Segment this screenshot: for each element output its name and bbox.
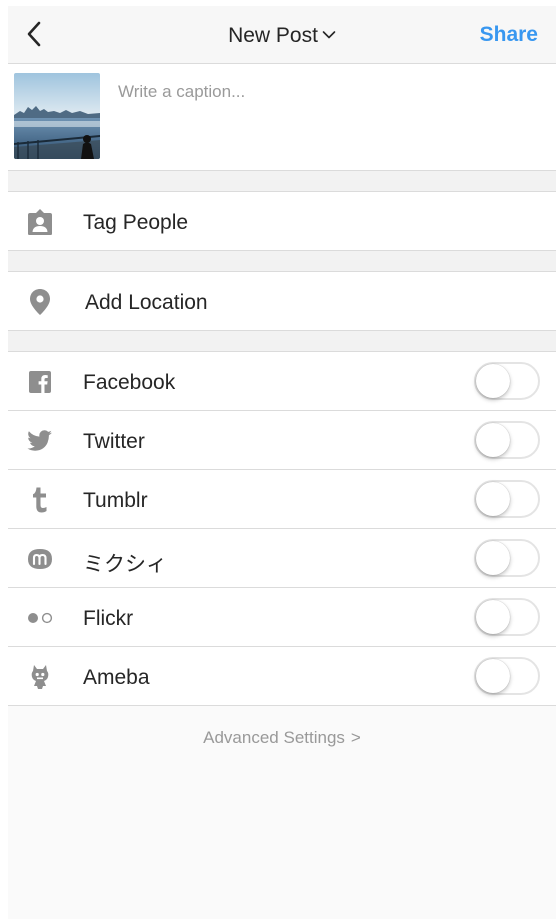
advanced-settings-link[interactable]: Advanced Settings > — [8, 728, 556, 748]
tag-people-row[interactable]: Tag People — [8, 192, 556, 251]
section-spacer — [8, 331, 556, 352]
toggle-knob — [476, 482, 510, 516]
twitter-toggle[interactable] — [474, 421, 540, 459]
mixi-toggle[interactable] — [474, 539, 540, 577]
toggle-knob — [476, 423, 510, 457]
share-target-row: Tumblr — [8, 470, 556, 529]
navigation-bar: New Post Share — [8, 6, 556, 64]
toggle-knob — [476, 364, 510, 398]
caption-input[interactable] — [118, 82, 528, 102]
share-button[interactable]: Share — [480, 23, 538, 47]
ameba-icon — [26, 663, 54, 691]
advanced-settings-label: Advanced Settings — [203, 728, 345, 747]
tag-people-label: Tag People — [83, 211, 189, 234]
photo-thumbnail — [14, 73, 100, 159]
section-spacer — [8, 251, 556, 272]
share-target-label: Tumblr — [83, 489, 148, 512]
share-target-row: Twitter — [8, 411, 556, 470]
share-target-label: Facebook — [83, 371, 176, 394]
share-target-row: Facebook — [8, 352, 556, 411]
chevron-right-icon: > — [350, 728, 361, 747]
share-target-label: ミクシィ — [83, 553, 167, 576]
share-target-label: Flickr — [83, 607, 134, 630]
facebook-toggle[interactable] — [474, 362, 540, 400]
toggle-knob — [476, 600, 510, 634]
section-spacer — [8, 171, 556, 192]
person-tag-icon — [26, 208, 54, 236]
twitter-icon — [26, 427, 54, 455]
caption-section — [8, 64, 556, 171]
add-location-label: Add Location — [85, 291, 208, 314]
flickr-icon — [26, 604, 54, 632]
add-location-row[interactable]: Add Location — [8, 272, 556, 331]
tumblr-toggle[interactable] — [474, 480, 540, 518]
share-target-row: Flickr — [8, 588, 556, 647]
new-post-screen: New Post Share Write a caption... Tag Pe… — [8, 6, 556, 919]
toggle-knob — [476, 541, 510, 575]
ameba-toggle[interactable] — [474, 657, 540, 695]
facebook-icon — [26, 368, 54, 396]
location-pin-icon — [26, 288, 54, 316]
share-target-row: ミクシィ — [8, 529, 556, 588]
mixi-icon — [26, 545, 54, 573]
toggle-knob — [476, 659, 510, 693]
share-target-label: Ameba — [83, 666, 150, 689]
post-type-selector[interactable]: New Post — [8, 24, 556, 48]
tumblr-icon — [26, 486, 54, 514]
share-target-row: Ameba — [8, 647, 556, 706]
chevron-down-icon — [322, 31, 336, 39]
flickr-toggle[interactable] — [474, 598, 540, 636]
page-title: New Post — [228, 24, 318, 47]
share-target-label: Twitter — [83, 430, 145, 453]
